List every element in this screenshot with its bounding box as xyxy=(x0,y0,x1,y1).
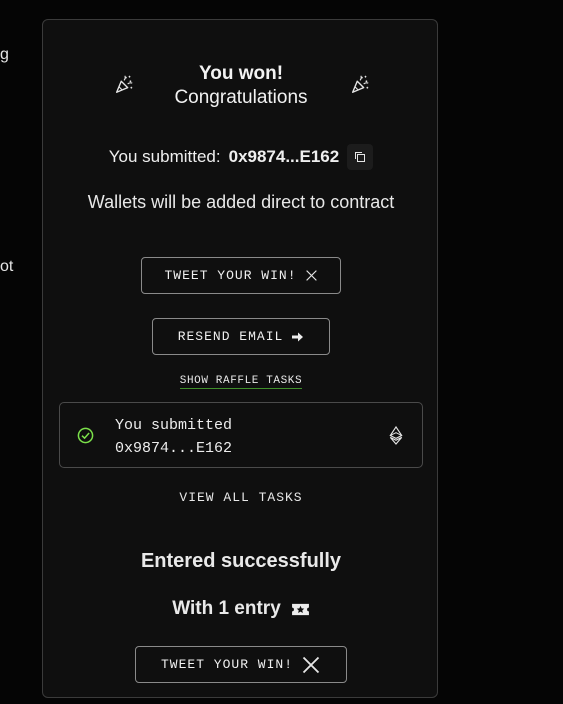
raffle-result-panel: You won! Congratulations You submitted: … xyxy=(42,19,438,698)
ticket-icon xyxy=(291,603,309,615)
resend-email-label: RESEND EMAIL xyxy=(177,329,284,344)
tweet-win-bottom-label: TWEET YOUR WIN! xyxy=(160,657,294,672)
tweet-win-bottom-button[interactable]: TWEET YOUR WIN! xyxy=(135,646,347,683)
copy-address-button[interactable] xyxy=(347,144,374,170)
resend-email-button[interactable]: RESEND EMAIL xyxy=(152,318,330,355)
task-title: You submitted xyxy=(115,417,233,434)
submitted-address: 0x9874...E162 xyxy=(228,147,340,166)
arrow-right-icon xyxy=(292,332,304,341)
copy-icon xyxy=(355,152,366,162)
entry-count: With 1 entry xyxy=(43,598,439,620)
submitted-address-row: You submitted: 0x9874...E162 xyxy=(43,144,439,170)
task-item: You submitted 0x9874...E162 xyxy=(59,402,423,468)
tweet-win-button[interactable]: TWEET YOUR WIN! xyxy=(141,257,341,294)
task-address: 0x9874...E162 xyxy=(115,440,233,457)
x-logo-icon xyxy=(302,656,320,673)
tweet-win-label: TWEET YOUR WIN! xyxy=(164,268,297,283)
x-logo-icon xyxy=(305,270,317,281)
win-subtitle: Congratulations xyxy=(174,87,308,108)
check-circle-icon xyxy=(77,427,94,444)
background-text-top: g xyxy=(0,46,9,63)
task-text: You submitted 0x9874...E162 xyxy=(115,414,232,460)
entered-status: Entered successfully xyxy=(140,550,342,572)
background-text-middle: ot xyxy=(0,258,14,275)
entry-count-text: With 1 entry xyxy=(172,598,281,619)
submitted-label: You submitted: xyxy=(108,147,221,166)
show-raffle-tasks-link[interactable]: SHOW RAFFLE TASKS xyxy=(43,375,439,389)
view-all-tasks-link[interactable]: VIEW ALL TASKS xyxy=(43,490,439,505)
win-title: You won! xyxy=(198,63,284,84)
ethereum-icon xyxy=(389,426,403,445)
wallet-note: Wallets will be added direct to contract xyxy=(87,192,395,212)
